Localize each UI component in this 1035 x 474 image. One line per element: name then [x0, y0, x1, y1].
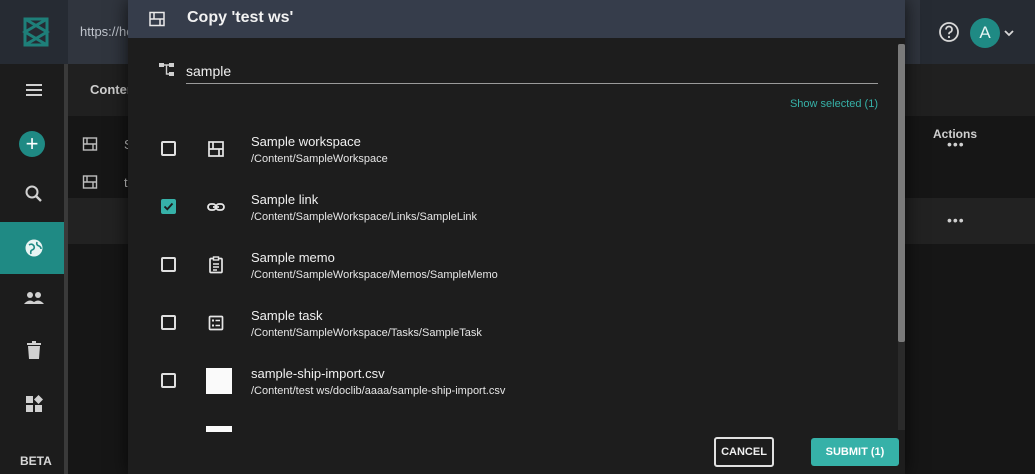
list-item[interactable]: sample-ship-import.csv /Content/test ws/… — [128, 352, 898, 410]
widgets-icon[interactable] — [22, 392, 46, 416]
item-path: /Content/SampleWorkspace — [251, 153, 388, 165]
help-icon[interactable] — [938, 21, 960, 43]
chevron-down-icon[interactable] — [1003, 27, 1015, 39]
item-name: Sample memo — [251, 250, 335, 265]
item-name: Sample workspace — [251, 134, 361, 149]
item-path: /Content/SampleWorkspace/Tasks/SampleTas… — [251, 327, 482, 339]
item-checkbox[interactable] — [161, 199, 176, 214]
add-button[interactable]: + — [19, 131, 45, 157]
list-item[interactable] — [128, 410, 898, 432]
sidebar-item-content[interactable] — [0, 222, 68, 274]
link-icon — [207, 203, 225, 211]
content-title: Conter — [90, 82, 132, 97]
check-icon — [163, 202, 174, 211]
show-selected-link[interactable]: Show selected (1) — [790, 98, 878, 110]
url-text: https://he — [80, 24, 134, 39]
copy-dialog: Copy 'test ws' Show selected (1) Sample … — [128, 0, 905, 474]
list-item[interactable]: Sample workspace /Content/SampleWorkspac… — [128, 120, 898, 178]
file-thumbnail — [206, 426, 232, 432]
cancel-button[interactable]: CANCEL — [714, 437, 774, 467]
item-checkbox[interactable] — [161, 373, 176, 388]
item-checkbox[interactable] — [161, 257, 176, 272]
item-path: /Content/test ws/doclib/aaaa/sample-ship… — [251, 385, 506, 397]
workspace-icon — [82, 175, 98, 189]
sidebar: + BETA — [0, 64, 68, 474]
dialog-title: Copy 'test ws' — [187, 9, 294, 26]
search-input[interactable] — [186, 58, 878, 84]
list-item[interactable]: Sample link /Content/SampleWorkspace/Lin… — [128, 178, 898, 236]
row-actions-button[interactable]: ••• — [947, 136, 965, 152]
menu-icon[interactable] — [22, 78, 46, 102]
workspace-icon — [149, 11, 165, 27]
file-thumbnail — [206, 368, 232, 394]
item-name: Sample task — [251, 308, 323, 323]
user-avatar[interactable]: A — [970, 18, 1000, 48]
item-list: Sample workspace /Content/SampleWorkspac… — [128, 120, 898, 432]
memo-icon — [209, 256, 223, 274]
item-name: sample-ship-import.csv — [251, 366, 385, 381]
globe-icon — [25, 239, 43, 257]
item-checkbox[interactable] — [161, 141, 176, 156]
beta-label[interactable]: BETA — [20, 454, 52, 468]
list-item[interactable]: Sample task /Content/SampleWorkspace/Tas… — [128, 294, 898, 352]
submit-button[interactable]: SUBMIT (1) — [811, 438, 899, 466]
dialog-scrollbar-thumb[interactable] — [898, 44, 905, 342]
row-actions-button[interactable]: ••• — [947, 212, 965, 228]
search-icon[interactable] — [22, 182, 46, 206]
workspace-icon — [208, 141, 224, 157]
item-name: Sample link — [251, 192, 319, 207]
trash-icon[interactable] — [22, 339, 46, 363]
users-icon[interactable] — [22, 286, 46, 310]
list-item[interactable]: Sample memo /Content/SampleWorkspace/Mem… — [128, 236, 898, 294]
dialog-header: Copy 'test ws' — [128, 0, 905, 38]
item-checkbox[interactable] — [161, 315, 176, 330]
workspace-icon — [82, 137, 98, 151]
item-path: /Content/SampleWorkspace/Links/SampleLin… — [251, 211, 478, 223]
tree-icon — [159, 63, 174, 76]
app-root: https://he A + BETA Conter Actions ••• t… — [0, 0, 1035, 474]
task-icon — [208, 315, 224, 331]
item-path: /Content/SampleWorkspace/Memos/SampleMem… — [251, 269, 498, 281]
app-logo-icon — [22, 17, 50, 47]
